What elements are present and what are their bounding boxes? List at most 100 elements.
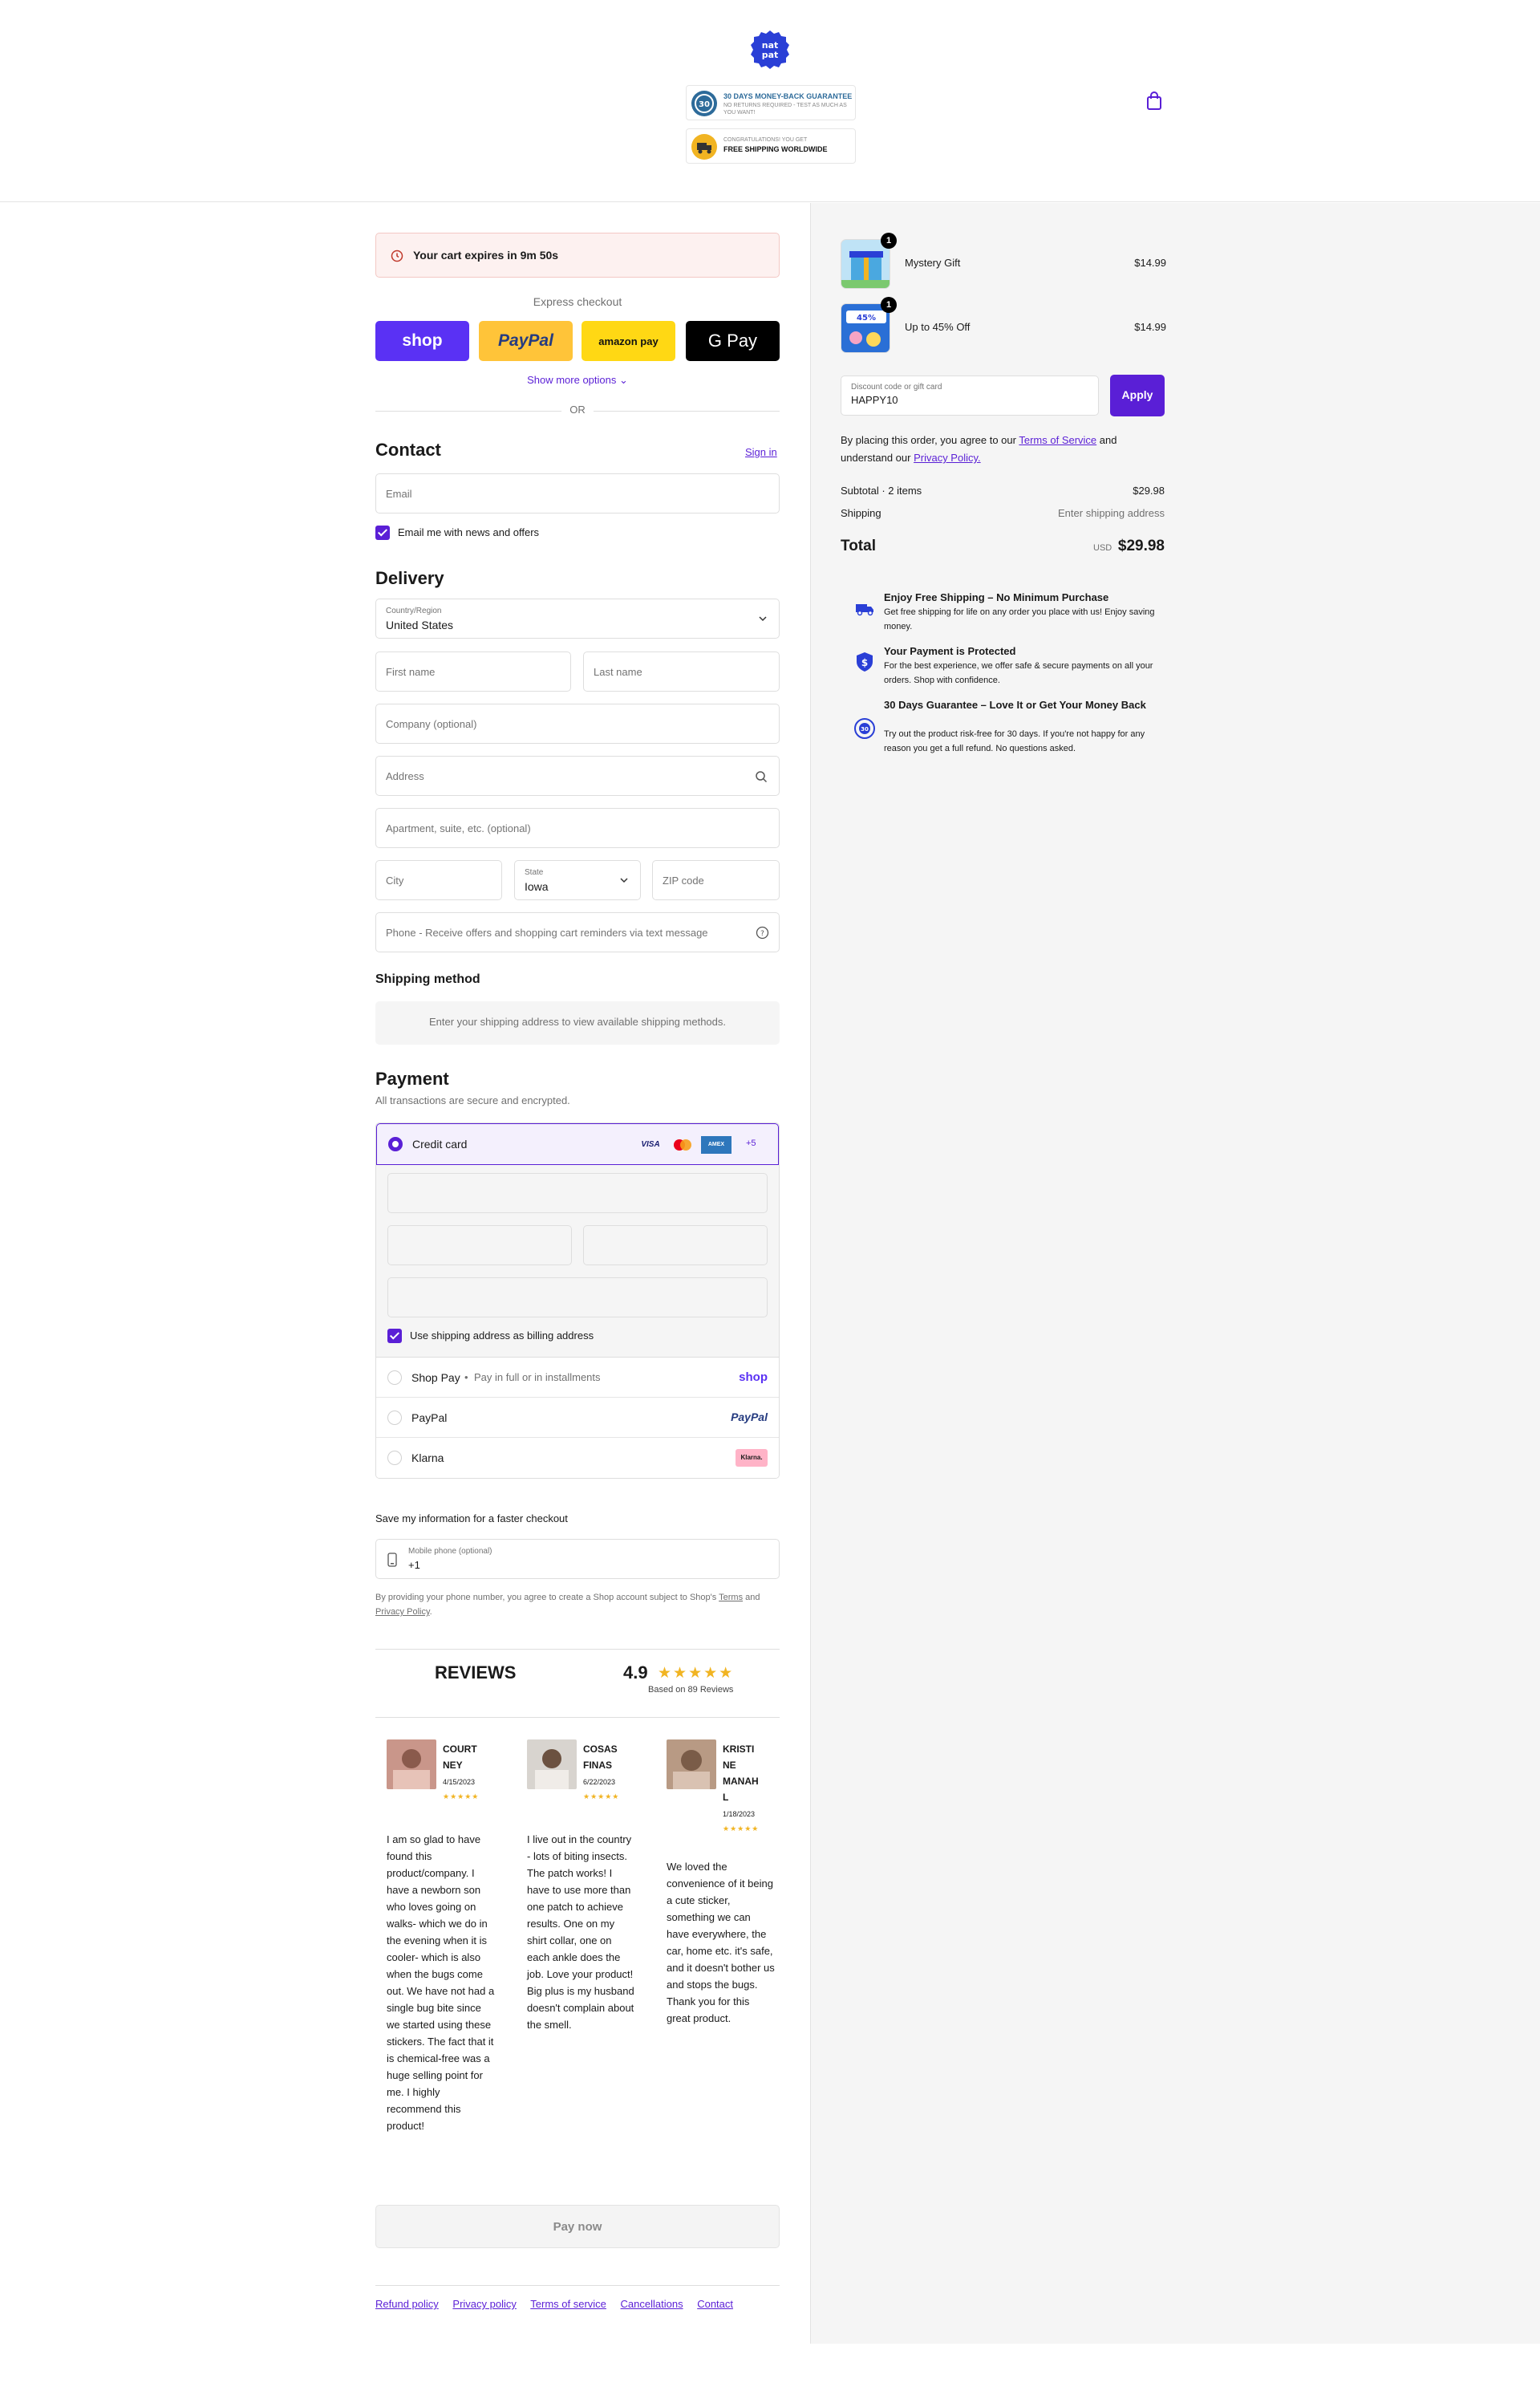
show-more-options-link[interactable]: Show more options ⌄ bbox=[375, 374, 780, 387]
refund-policy-link[interactable]: Refund policy bbox=[375, 2298, 439, 2310]
expiry-field[interactable] bbox=[387, 1225, 572, 1265]
review-date: 6/22/2023 bbox=[583, 1778, 616, 1786]
privacy-policy-link[interactable]: Privacy Policy. bbox=[914, 452, 981, 464]
credit-card-radio[interactable] bbox=[388, 1137, 403, 1151]
pay-now-button[interactable]: Pay now bbox=[375, 2205, 780, 2248]
company-field[interactable]: Company (optional) bbox=[375, 704, 780, 744]
credit-card-label: Credit card bbox=[412, 1138, 468, 1151]
sign-in-link[interactable]: Sign in bbox=[745, 446, 777, 458]
search-icon bbox=[756, 771, 768, 783]
company-placeholder: Company (optional) bbox=[386, 718, 477, 730]
reviewer-name: KRISTI NE MANAH L bbox=[723, 1743, 759, 1803]
state-value: Iowa bbox=[525, 880, 549, 893]
shop-pay-logo: shop bbox=[739, 1370, 768, 1384]
discount-code-field[interactable]: Discount code or gift card HAPPY10 bbox=[841, 375, 1099, 416]
svg-text:30: 30 bbox=[699, 100, 710, 109]
product-price: $14.99 bbox=[1134, 321, 1166, 333]
perk-title: Enjoy Free Shipping – No Minimum Purchas… bbox=[884, 591, 1109, 603]
state-select[interactable]: State Iowa bbox=[514, 860, 641, 900]
mobile-phone-field[interactable]: Mobile phone (optional) +1 bbox=[375, 1539, 780, 1579]
klarna-radio[interactable] bbox=[387, 1451, 402, 1465]
phone-placeholder: Phone - Receive offers and shopping cart… bbox=[386, 927, 708, 939]
terms-of-service-link[interactable]: Terms of Service bbox=[1019, 434, 1096, 446]
newsletter-checkbox[interactable] bbox=[375, 526, 390, 540]
contact-link[interactable]: Contact bbox=[697, 2298, 733, 2310]
show-more-label: Show more options bbox=[527, 374, 617, 386]
or-label: OR bbox=[561, 404, 594, 416]
klarna-label: Klarna bbox=[411, 1451, 444, 1464]
amex-logo: AMEX bbox=[701, 1136, 732, 1154]
badge-title: 30 DAYS MONEY-BACK GUARANTEE bbox=[723, 92, 853, 100]
billing-same-checkbox[interactable] bbox=[387, 1329, 402, 1343]
mastercard-logo bbox=[674, 1139, 691, 1151]
badge-title: CONGRATULATIONS! YOU GET bbox=[723, 137, 808, 143]
terms-of-service-link[interactable]: Terms of service bbox=[530, 2298, 606, 2310]
review-stars: ★★★★★ bbox=[583, 1792, 620, 1800]
apply-label: Apply bbox=[1121, 388, 1153, 401]
address-placeholder: Address bbox=[386, 770, 424, 782]
shop-terms-link[interactable]: Terms bbox=[719, 1593, 743, 1602]
review-text: I live out in the country - lots of biti… bbox=[527, 1833, 634, 2031]
shop-pay-radio[interactable] bbox=[387, 1370, 402, 1385]
natpat-logo[interactable]: nat pat bbox=[750, 29, 790, 71]
shop-pay-detail: Pay in full or in installments bbox=[474, 1371, 601, 1383]
apartment-field[interactable]: Apartment, suite, etc. (optional) bbox=[375, 808, 780, 848]
country-value: United States bbox=[386, 619, 454, 631]
cart-line-item: 45% 1 Up to 45% Off $14.99 bbox=[841, 297, 1166, 353]
email-field[interactable]: Email bbox=[375, 473, 780, 513]
quantity-badge: 1 bbox=[881, 233, 897, 249]
first-name-field[interactable]: First name bbox=[375, 652, 571, 692]
card-number-field[interactable] bbox=[387, 1173, 768, 1213]
paypal-button[interactable]: PayPal bbox=[479, 321, 573, 361]
discount-label: Discount code or gift card bbox=[851, 383, 942, 392]
paypal-option[interactable]: PayPal PayPal bbox=[376, 1398, 779, 1438]
country-label: Country/Region bbox=[386, 607, 442, 615]
country-select[interactable]: Country/Region United States bbox=[375, 599, 780, 639]
reviewer-name: COSAS FINAS bbox=[583, 1743, 618, 1771]
paypal-radio[interactable] bbox=[387, 1411, 402, 1425]
cancellations-link[interactable]: Cancellations bbox=[621, 2298, 683, 2310]
svg-text:pat: pat bbox=[762, 50, 779, 60]
quantity-badge: 1 bbox=[881, 297, 897, 313]
klarna-option[interactable]: Klarna Klarna. bbox=[376, 1438, 779, 1478]
name-on-card-field[interactable] bbox=[387, 1277, 768, 1317]
security-code-field[interactable] bbox=[583, 1225, 768, 1265]
city-field[interactable]: City bbox=[375, 860, 502, 900]
perk-description: Get free shipping for life on any order … bbox=[884, 607, 1155, 631]
last-name-field[interactable]: Last name bbox=[583, 652, 780, 692]
privacy-policy-link[interactable]: Privacy policy bbox=[452, 2298, 516, 2310]
shop-privacy-link[interactable]: Privacy Policy bbox=[375, 1607, 430, 1617]
total-amount: USD $29.98 bbox=[1093, 538, 1165, 555]
shop-pay-label: Shop Pay bbox=[411, 1371, 460, 1384]
reviewer-avatar bbox=[667, 1739, 716, 1789]
phone-field[interactable]: Phone - Receive offers and shopping cart… bbox=[375, 912, 780, 952]
city-placeholder: City bbox=[386, 875, 404, 887]
apply-discount-button[interactable]: Apply bbox=[1110, 375, 1165, 416]
payment-methods: Credit card VISA AMEX +5 Use shipping ad… bbox=[375, 1122, 780, 1479]
zip-field[interactable]: ZIP code bbox=[652, 860, 780, 900]
state-label: State bbox=[525, 868, 544, 877]
order-summary-panel bbox=[810, 203, 1540, 2344]
reviews-heading: REVIEWS bbox=[435, 1662, 517, 1683]
shopping-bag-icon[interactable] bbox=[1145, 91, 1163, 111]
fine-print-and: and bbox=[745, 1593, 760, 1602]
amazon-pay-button[interactable]: amazon pay bbox=[582, 321, 675, 361]
total-label: Total bbox=[841, 538, 876, 554]
shipping-method-info: Enter your shipping address to view avai… bbox=[375, 1001, 780, 1045]
chevron-down-icon bbox=[620, 878, 628, 883]
google-pay-button[interactable]: G Pay bbox=[686, 321, 780, 361]
address-field[interactable]: Address bbox=[375, 756, 780, 796]
credit-card-option[interactable]: Credit card VISA AMEX +5 bbox=[376, 1123, 779, 1165]
svg-text:30: 30 bbox=[861, 726, 869, 733]
fine-print-period: . bbox=[429, 1607, 432, 1617]
payment-subtitle: All transactions are secure and encrypte… bbox=[375, 1094, 570, 1106]
discount-product-image: 45% bbox=[846, 311, 886, 347]
discount-value: HAPPY10 bbox=[851, 394, 898, 406]
shop-pay-option[interactable]: Shop Pay • Pay in full or in installment… bbox=[376, 1358, 779, 1398]
shop-pay-button[interactable]: shop bbox=[375, 321, 469, 361]
contact-heading: Contact bbox=[375, 440, 441, 460]
shipping-method-message: Enter your shipping address to view avai… bbox=[429, 1016, 726, 1028]
reviewer-avatar bbox=[527, 1739, 577, 1789]
dot-separator: • bbox=[464, 1371, 468, 1383]
help-circle-icon[interactable]: ? bbox=[756, 926, 769, 940]
